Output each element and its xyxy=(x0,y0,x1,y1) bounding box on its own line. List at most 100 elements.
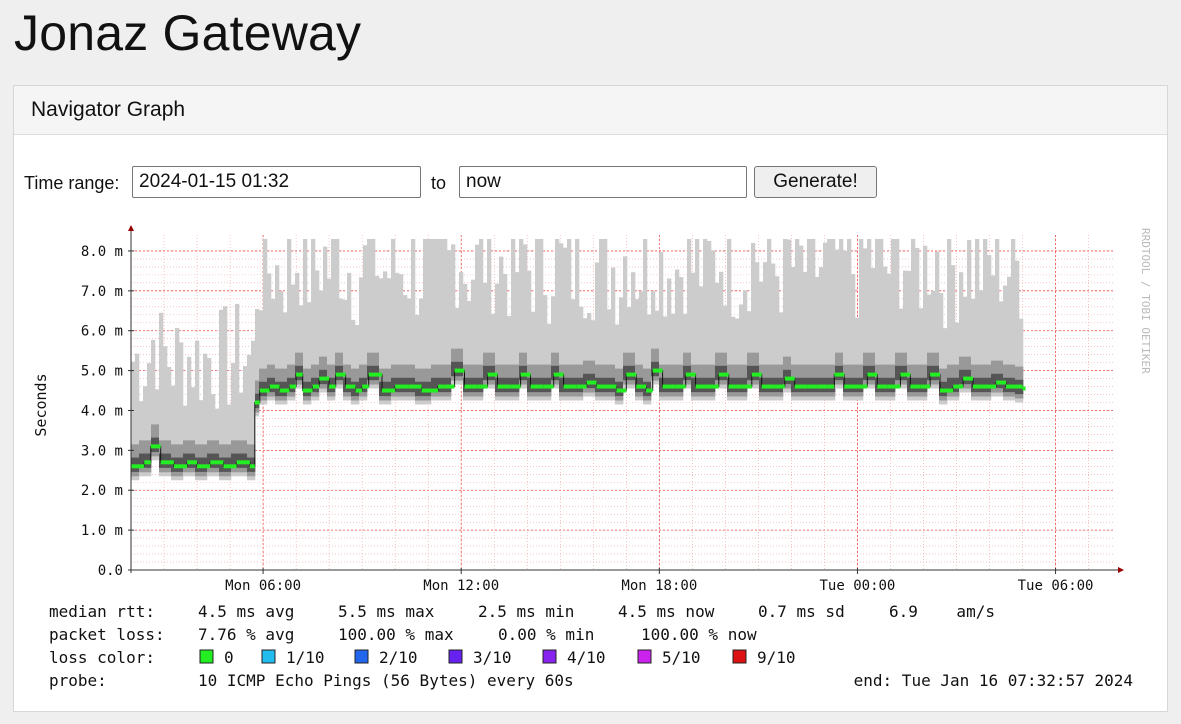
median-point xyxy=(834,372,845,377)
median-point xyxy=(844,384,858,389)
median-point xyxy=(910,384,921,389)
smoke-band xyxy=(131,238,1024,481)
median-rtt-now: 4.5 ms now xyxy=(618,602,715,621)
y-tick-labels: 0.0 1.0 m 2.0 m 3.0 m 4.0 m 5.0 m 6.0 m 7.0 m 8.… xyxy=(81,244,123,579)
median-point xyxy=(150,444,161,449)
median-rtt-label: median rtt: xyxy=(49,602,155,621)
median-point xyxy=(160,460,174,465)
smoke-dark xyxy=(895,365,900,381)
loss-color-swatch xyxy=(542,649,557,664)
median-point xyxy=(728,384,742,389)
smoke-dark xyxy=(351,381,356,397)
median-point xyxy=(675,384,686,389)
loss-color-swatch xyxy=(199,649,214,664)
median-point xyxy=(877,384,888,389)
median-point xyxy=(900,372,911,377)
median-point xyxy=(131,464,145,469)
loss-color-item-label: 2/10 xyxy=(379,648,418,667)
smoke-dark xyxy=(275,381,280,397)
median-point xyxy=(817,384,828,389)
smoke-dark xyxy=(219,457,224,472)
median-point xyxy=(1022,386,1026,391)
loss-color-item-label: 4/10 xyxy=(567,648,606,667)
median-point xyxy=(930,372,940,377)
median-point xyxy=(939,388,954,393)
y-tick-label: 1.0 m xyxy=(81,523,123,539)
median-point xyxy=(741,384,752,389)
median-point xyxy=(1006,384,1023,389)
median-point xyxy=(236,460,250,465)
median-point xyxy=(982,384,997,389)
smoke-dark xyxy=(747,365,752,381)
median-point xyxy=(302,388,313,393)
median-point xyxy=(807,384,818,389)
x-axis-arrow xyxy=(1118,567,1124,573)
y-tick-label: 0.0 xyxy=(98,563,123,579)
y-tick-label: 8.0 m xyxy=(81,244,123,260)
y-tick-label: 4.0 m xyxy=(81,403,123,419)
median-point xyxy=(444,384,455,389)
loss-color-swatch xyxy=(732,649,747,664)
median-point xyxy=(553,372,564,377)
median-point xyxy=(464,384,478,389)
median-point xyxy=(920,384,931,389)
median-point xyxy=(751,372,762,377)
latency-graph: 0.0 1.0 m 2.0 m 3.0 m 4.0 m 5.0 m 6.0 m 7.0 m 8.… xyxy=(32,225,1152,690)
median-point xyxy=(685,372,696,377)
median-point xyxy=(187,460,198,465)
median-point xyxy=(438,384,445,389)
median-point xyxy=(576,384,587,389)
smoke-dark xyxy=(863,365,868,381)
median-point xyxy=(477,384,488,389)
median-point xyxy=(520,372,531,377)
smoke-dark xyxy=(691,377,696,393)
median-point xyxy=(319,376,330,381)
median-point xyxy=(454,368,465,373)
loss-color-swatch xyxy=(448,649,463,664)
packet-loss-avg: 7.76 % avg xyxy=(198,625,294,644)
median-point xyxy=(996,380,1007,385)
median-point xyxy=(329,384,336,389)
y-tick-label: 6.0 m xyxy=(81,324,123,340)
median-point xyxy=(487,372,498,377)
loss-color-label: loss color: xyxy=(49,648,155,667)
median-point xyxy=(718,372,729,377)
loss-color-item-label: 5/10 xyxy=(662,648,701,667)
median-point xyxy=(289,384,297,389)
loss-color-item-label: 3/10 xyxy=(473,648,512,667)
loss-color-swatch xyxy=(354,649,369,664)
median-point xyxy=(269,384,280,389)
median-point xyxy=(784,376,795,381)
median-point xyxy=(973,384,983,389)
x-tick-label: Tue 00:00 xyxy=(820,578,896,594)
median-point xyxy=(368,372,382,377)
median-point xyxy=(408,384,422,389)
median-point xyxy=(616,388,627,393)
loss-color-swatch xyxy=(261,649,276,664)
median-point xyxy=(197,464,211,469)
x-tick-labels: Mon 06:00 Mon 12:00 Mon 18:00 Tue 00:00 Tue … xyxy=(225,578,1093,594)
median-point xyxy=(335,372,346,377)
median-point xyxy=(510,384,521,389)
median-point xyxy=(173,464,188,469)
median-point xyxy=(563,384,577,389)
packet-loss-max: 100.00 % max xyxy=(338,625,454,644)
graph-legend: median rtt: 4.5 ms avg 5.5 ms max 2.5 ms… xyxy=(49,602,1133,690)
packet-loss-min: 0.00 % min xyxy=(498,625,594,644)
median-point xyxy=(421,388,439,393)
y-axis-label: Seconds xyxy=(32,373,50,436)
x-tick-label: Mon 18:00 xyxy=(621,578,697,594)
x-tick-label: Tue 06:00 xyxy=(1018,578,1094,594)
median-point xyxy=(345,384,356,389)
median-point xyxy=(259,388,270,393)
median-point xyxy=(646,388,653,393)
median-point xyxy=(857,384,868,389)
median-rtt-max: 5.5 ms max xyxy=(338,602,435,621)
packet-loss-now: 100.00 % now xyxy=(641,625,757,644)
median-point xyxy=(867,372,878,377)
median-point xyxy=(395,384,409,389)
y-axis-arrow xyxy=(128,225,134,231)
median-point xyxy=(210,460,224,465)
probe-label: probe: xyxy=(49,671,107,690)
loss-color-item-label: 1/10 xyxy=(286,648,325,667)
